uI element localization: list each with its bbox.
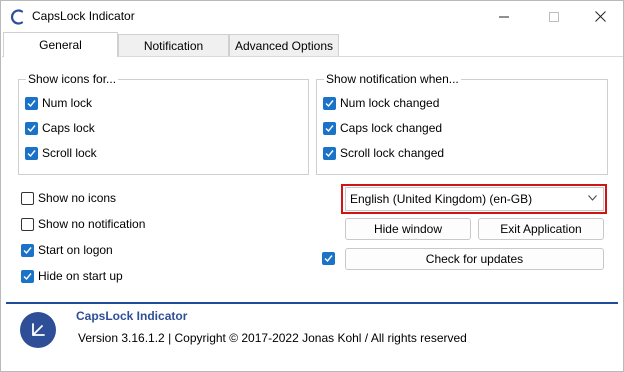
checkbox-checked-icon bbox=[322, 252, 335, 265]
start-on-logon-checkbox[interactable]: Start on logon bbox=[21, 243, 113, 257]
capslock-logo-icon bbox=[20, 312, 56, 348]
checkbox-label: Show no notification bbox=[38, 217, 146, 231]
hide-on-start-up-checkbox[interactable]: Hide on start up bbox=[21, 269, 123, 283]
checkbox-unchecked-icon bbox=[21, 191, 34, 205]
tab-general[interactable]: General bbox=[3, 32, 118, 57]
icons-groupbox: Show icons for... Num lock Caps lock Scr… bbox=[18, 72, 309, 175]
exit-application-button[interactable]: Exit Application bbox=[478, 218, 604, 240]
minimize-icon bbox=[499, 16, 509, 17]
window-title: CapsLock Indicator bbox=[32, 9, 135, 23]
checkbox-label: Caps lock changed bbox=[340, 121, 443, 135]
checkbox-checked-icon bbox=[25, 96, 38, 110]
about-app-name: CapsLock Indicator bbox=[76, 309, 188, 323]
tab-advanced-options[interactable]: Advanced Options bbox=[229, 34, 339, 56]
checkbox-checked-icon bbox=[323, 121, 336, 135]
checkbox-checked-icon bbox=[25, 121, 38, 135]
app-logo-icon bbox=[10, 9, 24, 25]
maximize-icon bbox=[549, 11, 559, 22]
checkbox-label: Scroll lock bbox=[42, 146, 97, 160]
checkbox-label: Hide on start up bbox=[38, 269, 123, 283]
caps-lock-icon-checkbox[interactable]: Caps lock bbox=[25, 121, 95, 135]
checkbox-checked-icon bbox=[21, 269, 34, 283]
minimize-button[interactable] bbox=[487, 1, 521, 32]
checkbox-unchecked-icon bbox=[21, 217, 34, 231]
icons-group-title: Show icons for... bbox=[26, 72, 119, 86]
tab-notification[interactable]: Notification bbox=[118, 34, 229, 56]
scroll-lock-icon-checkbox[interactable]: Scroll lock bbox=[25, 146, 97, 160]
checkbox-checked-icon bbox=[25, 146, 38, 160]
checkbox-label: Scroll lock changed bbox=[340, 146, 445, 160]
general-tab-panel: Show icons for... Num lock Caps lock Scr… bbox=[2, 57, 622, 295]
about-version-text: Version 3.16.1.2 | Copyright © 2017-2022… bbox=[78, 331, 467, 345]
app-window: CapsLock Indicator General Notification … bbox=[0, 0, 624, 372]
checkbox-checked-icon bbox=[323, 146, 336, 160]
title-bar[interactable]: CapsLock Indicator bbox=[1, 1, 623, 32]
num-lock-notify-checkbox[interactable]: Num lock changed bbox=[323, 96, 439, 110]
maximize-button[interactable] bbox=[537, 1, 571, 32]
checkbox-checked-icon bbox=[323, 96, 336, 110]
checkbox-label: Num lock changed bbox=[340, 96, 440, 110]
show-no-notification-checkbox[interactable]: Show no notification bbox=[21, 217, 145, 231]
notification-groupbox: Show notification when... Num lock chang… bbox=[316, 72, 608, 175]
about-separator bbox=[6, 302, 618, 304]
show-no-icons-checkbox[interactable]: Show no icons bbox=[21, 191, 116, 205]
auto-check-updates-checkbox[interactable] bbox=[322, 252, 339, 265]
num-lock-icon-checkbox[interactable]: Num lock bbox=[25, 96, 92, 110]
checkbox-label: Show no icons bbox=[38, 191, 117, 205]
caps-lock-notify-checkbox[interactable]: Caps lock changed bbox=[323, 121, 442, 135]
scroll-lock-notify-checkbox[interactable]: Scroll lock changed bbox=[323, 146, 444, 160]
chevron-down-icon bbox=[588, 195, 597, 201]
language-select-value: English (United Kingdom) (en-GB) bbox=[350, 192, 533, 206]
checkbox-label: Num lock bbox=[42, 96, 93, 110]
checkbox-label: Caps lock bbox=[42, 121, 95, 135]
checkbox-label: Start on logon bbox=[38, 243, 113, 257]
notification-group-title: Show notification when... bbox=[324, 72, 461, 86]
hide-window-button[interactable]: Hide window bbox=[345, 218, 471, 240]
close-button[interactable] bbox=[583, 1, 617, 32]
check-for-updates-button[interactable]: Check for updates bbox=[345, 248, 604, 270]
language-select[interactable]: English (United Kingdom) (en-GB) bbox=[345, 187, 604, 211]
checkbox-checked-icon bbox=[21, 243, 34, 257]
close-icon bbox=[594, 11, 606, 22]
